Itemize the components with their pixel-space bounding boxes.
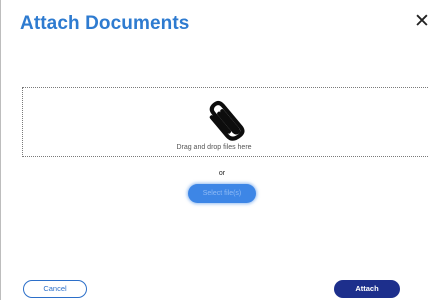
dropzone-instructions: Drag and drop files here bbox=[176, 144, 252, 151]
select-files-button[interactable]: Select file(s) bbox=[188, 184, 256, 203]
attach-documents-dialog: Attach Documents ✕ Drag and drop files h… bbox=[0, 0, 428, 300]
dialog-header: Attach Documents ✕ bbox=[0, 0, 428, 45]
dialog-title: Attach Documents bbox=[20, 13, 190, 34]
paperclip-icon bbox=[209, 100, 245, 141]
close-icon[interactable]: ✕ bbox=[414, 12, 428, 31]
cancel-button[interactable]: Cancel bbox=[23, 280, 87, 298]
or-separator: or bbox=[218, 170, 226, 177]
attach-button[interactable]: Attach bbox=[334, 280, 400, 298]
